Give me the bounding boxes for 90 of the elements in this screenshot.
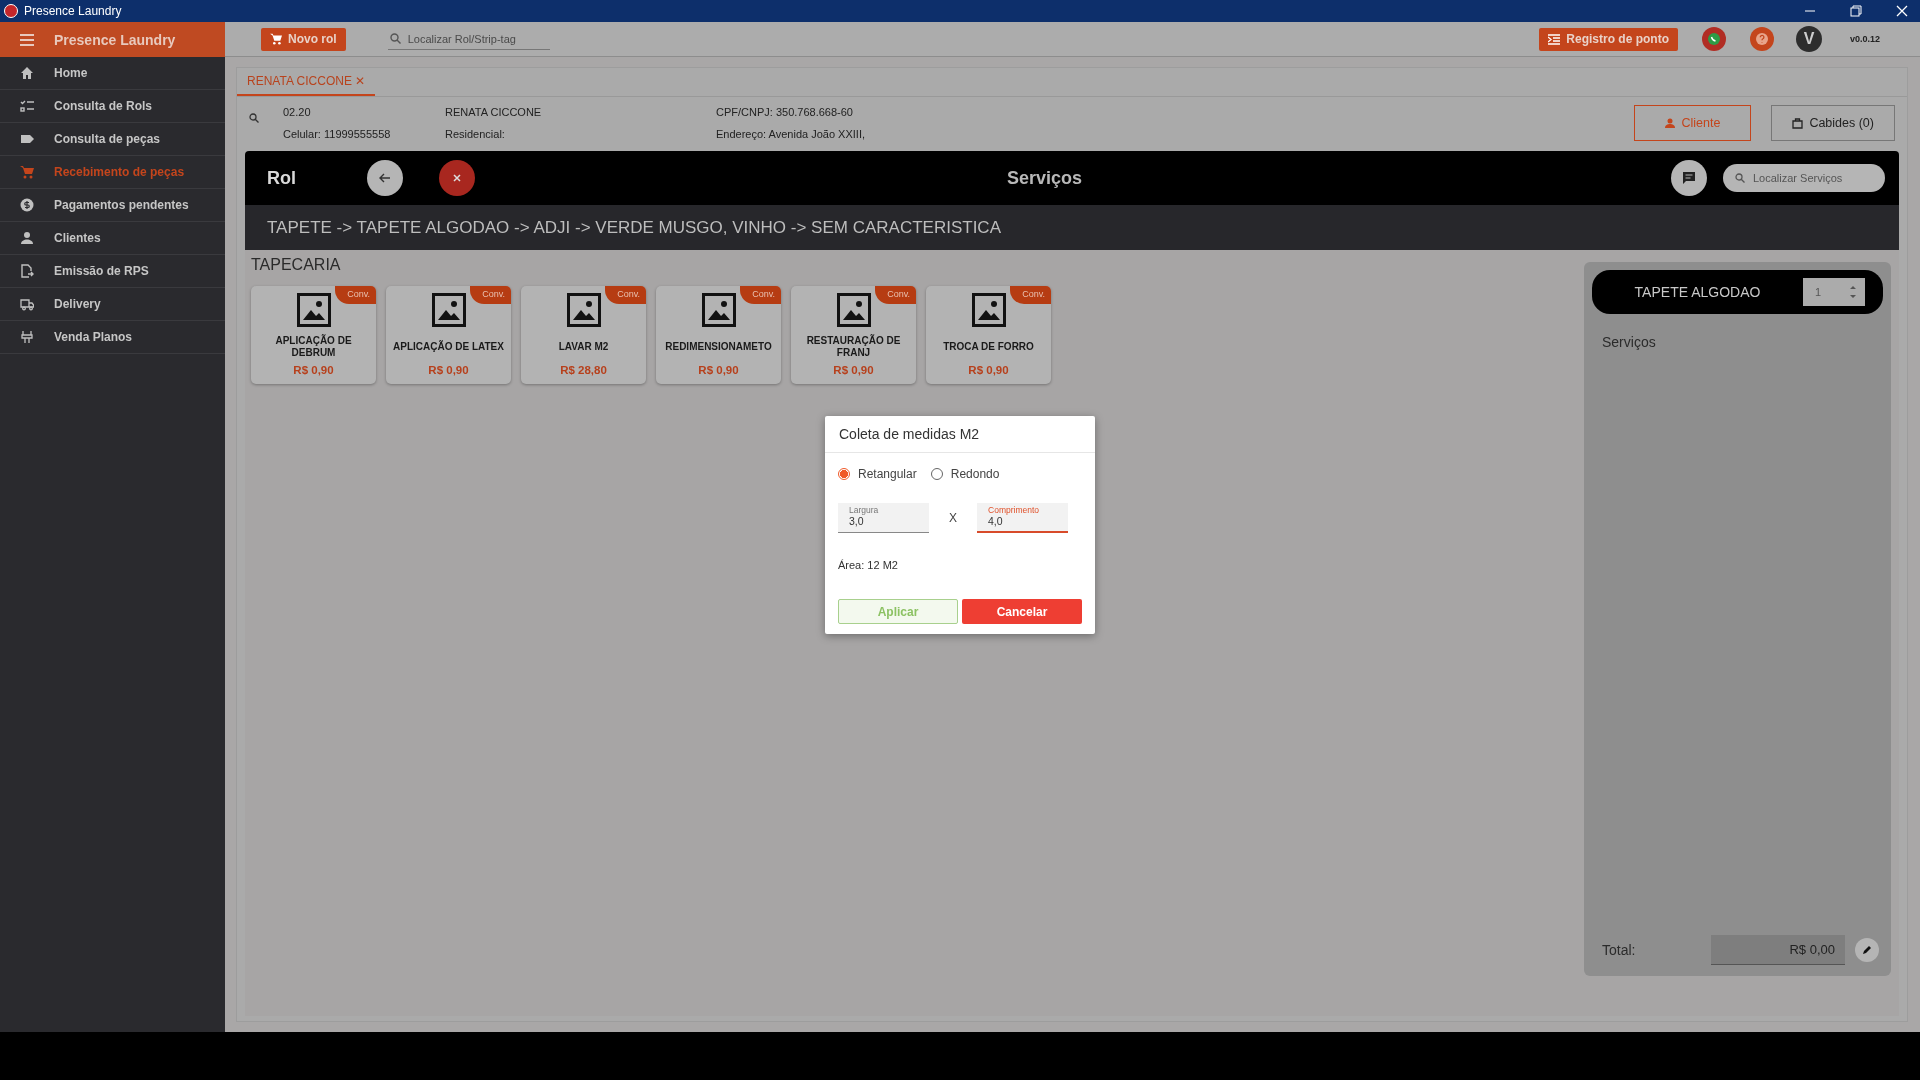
service-price: R$ 0,90: [833, 364, 874, 376]
rol-title: Rol: [267, 167, 297, 189]
service-card[interactable]: Conv. APLICAÇÃO DE LATEX R$ 0,90: [386, 286, 511, 384]
bag-icon: [1792, 117, 1804, 129]
service-name: LAVAR M2: [557, 340, 610, 354]
services-section-title: Serviços: [1602, 334, 1657, 350]
category-title: TAPECARIA: [251, 256, 342, 274]
restore-icon[interactable]: [1850, 5, 1862, 17]
client-name: RENATA CICCONE: [445, 106, 543, 118]
service-price: R$ 0,90: [698, 364, 739, 376]
agreement-badge: Conv.: [875, 286, 916, 304]
image-placeholder-icon: [566, 293, 601, 327]
search-field[interactable]: Localizar Rol/Strip-tag: [387, 28, 550, 50]
area-text: Área: 12 M2: [838, 559, 899, 571]
hangers-button[interactable]: Cabides (0): [1771, 105, 1895, 141]
version-label: v0.0.12: [1849, 34, 1880, 44]
search-icon: [389, 33, 401, 44]
comment-button[interactable]: [1671, 160, 1707, 196]
services-title: Serviços: [1007, 167, 1084, 189]
back-button[interactable]: [367, 160, 403, 196]
stepper-icon[interactable]: [1849, 284, 1857, 300]
image-placeholder-icon: [431, 293, 466, 327]
agreement-badge: Conv.: [740, 286, 781, 304]
shape-radio[interactable]: Retangular: [838, 467, 917, 481]
truck-icon: [20, 297, 34, 311]
agreement-badge: Conv.: [1010, 286, 1051, 304]
cancel-button[interactable]: Cancelar: [962, 599, 1082, 624]
category-breadcrumb: TAPETE -> TAPETE ALGODAO -> ADJI -> VERDE MUSGO, VINHO -> SEM CARACTERISTICA: [245, 205, 1899, 250]
user-avatar[interactable]: V: [1795, 26, 1822, 52]
agreement-badge: Conv.: [335, 286, 376, 304]
client-document: CPF/CNPJ: 350.768.668-60: [716, 106, 854, 118]
service-name: REDIMENSIONAMETO: [664, 340, 773, 354]
client-code: 02.20: [283, 106, 312, 118]
dollar-icon: [20, 198, 34, 212]
service-price: R$ 0,90: [428, 364, 469, 376]
agreement-badge: Conv.: [470, 286, 511, 304]
home-icon: [20, 66, 34, 80]
sidebar-item[interactable]: Venda Planos: [0, 321, 225, 354]
image-placeholder-icon: [836, 293, 871, 327]
dialog-title: Coleta de medidas M2: [825, 416, 1095, 453]
service-name: APLICAÇÃO DE DEBRUM: [274, 333, 353, 360]
document-icon: [20, 264, 34, 278]
edit-button[interactable]: [1855, 938, 1879, 962]
service-card[interactable]: Conv. LAVAR M2 R$ 28,80: [521, 286, 646, 384]
service-name: TROCA DE FORRO: [942, 340, 1035, 354]
image-placeholder-icon: [701, 293, 736, 327]
person-icon: [1665, 118, 1676, 128]
list-icon: [1548, 33, 1561, 45]
checklist-icon: [20, 99, 34, 113]
service-card[interactable]: Conv. RESTAURAÇÃO DE FRANJ R$ 0,90: [791, 286, 916, 384]
cancel-rol-button[interactable]: [439, 160, 475, 196]
service-name: APLICAÇÃO DE LATEX: [392, 339, 505, 354]
new-rol-button[interactable]: Novo rol: [261, 27, 346, 51]
agreement-badge: Conv.: [605, 286, 646, 304]
service-card[interactable]: Conv. REDIMENSIONAMETO R$ 0,90: [656, 286, 781, 384]
sidebar-item[interactable]: Consulta de peças: [0, 123, 225, 156]
whatsapp-icon[interactable]: [1701, 27, 1726, 51]
search-icon[interactable]: [249, 113, 259, 123]
close-icon[interactable]: [1896, 5, 1908, 17]
tag-icon: [20, 132, 34, 146]
service-name: RESTAURAÇÃO DE FRANJ: [805, 333, 902, 360]
sidebar-item[interactable]: Delivery: [0, 288, 225, 321]
cart-icon: [20, 165, 34, 179]
shape-radio[interactable]: Redondo: [930, 467, 1000, 481]
service-card[interactable]: Conv. TROCA DE FORRO R$ 0,90: [926, 286, 1051, 384]
service-price: R$ 0,90: [968, 364, 1009, 376]
item-name: TAPETE ALGODAO: [1633, 284, 1762, 300]
app-name: Presence Laundry: [54, 31, 176, 48]
sidebar-item[interactable]: Home: [0, 57, 225, 90]
service-card[interactable]: Conv. APLICAÇÃO DE DEBRUM R$ 0,90: [251, 286, 376, 384]
client-address: Endereço: Avenida João XXIII,: [716, 128, 866, 140]
service-price: R$ 0,90: [293, 364, 334, 376]
measure-field[interactable]: Largura 3,0: [838, 503, 929, 533]
image-placeholder-icon: [296, 293, 331, 327]
service-price: R$ 28,80: [560, 364, 607, 376]
sidebar-item[interactable]: Clientes: [0, 222, 225, 255]
measure-field[interactable]: Comprimento 4,0: [977, 503, 1068, 533]
cart-icon: [270, 33, 282, 45]
times-sign: X: [949, 511, 957, 525]
sidebar-item[interactable]: Pagamentos pendentes: [0, 189, 225, 222]
services-search-field[interactable]: Localizar Serviços: [1723, 164, 1885, 192]
app-logo-icon: [4, 4, 18, 18]
window-title: Presence Laundry: [24, 4, 122, 18]
image-placeholder-icon: [971, 293, 1006, 327]
person-icon: [20, 231, 34, 245]
menu-icon[interactable]: [20, 33, 34, 46]
client-mobile: Celular: 11999555558: [283, 128, 392, 140]
total-label: Total:: [1602, 942, 1637, 958]
total-field[interactable]: R$ 0,00: [1711, 935, 1845, 965]
client-home-phone: Residencial:: [445, 128, 506, 140]
